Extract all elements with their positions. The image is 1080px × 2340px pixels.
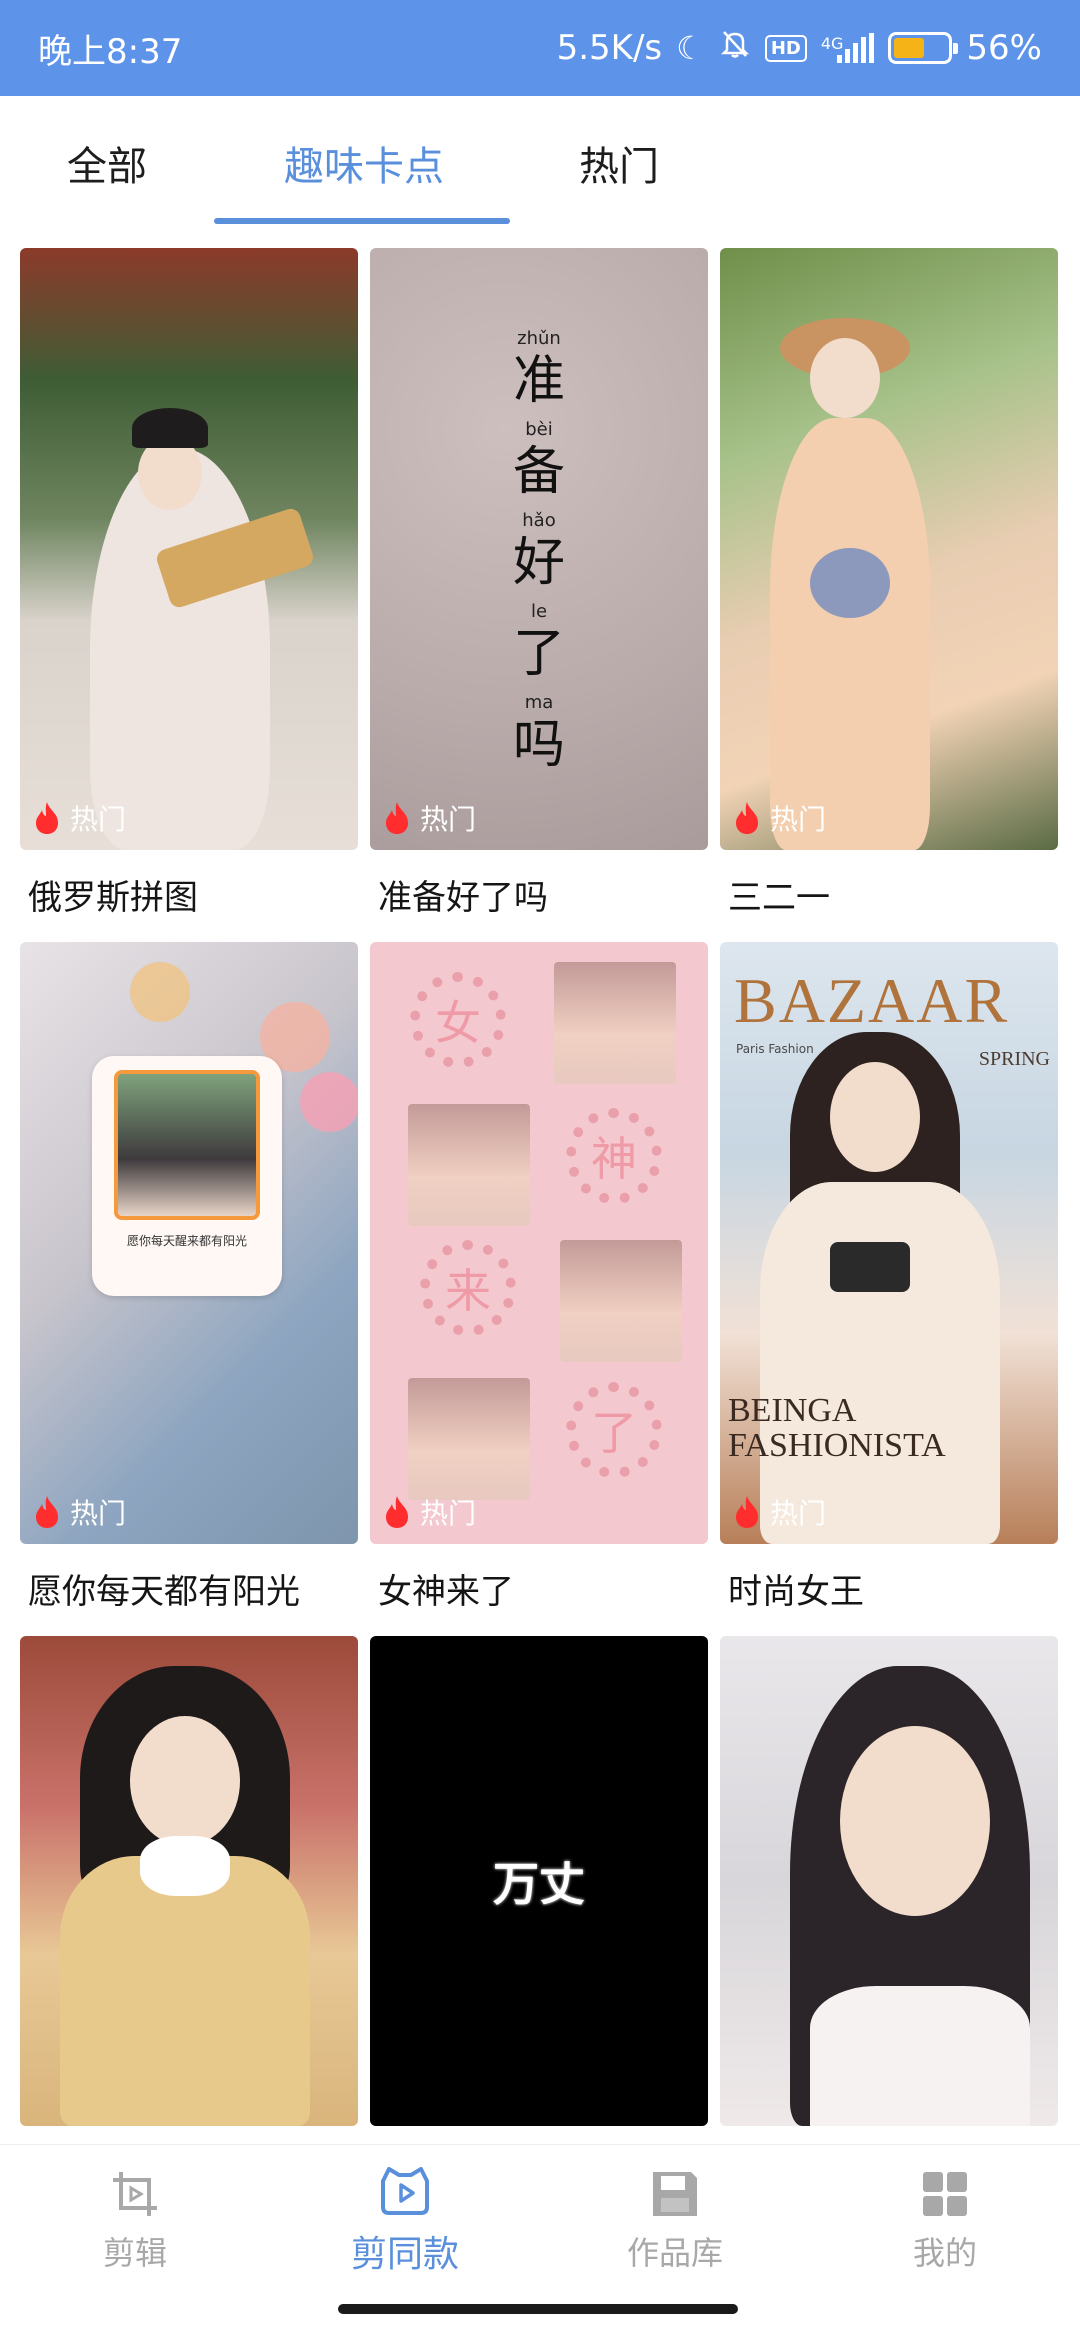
template-card[interactable] bbox=[20, 1636, 358, 2126]
template-card[interactable]: 愿你每天醒来都有阳光 热门 愿你每天都有阳光 bbox=[20, 942, 358, 1632]
hot-badge: 热门 bbox=[30, 798, 126, 838]
flame-icon bbox=[386, 802, 408, 834]
hot-badge: 热门 bbox=[730, 798, 826, 838]
net-speed: 5.5K/s bbox=[556, 28, 663, 68]
crop-play-icon bbox=[113, 2171, 157, 2216]
network-type: 4G bbox=[820, 34, 844, 53]
flame-icon bbox=[736, 1496, 758, 1528]
nav-works[interactable]: 作品库 bbox=[540, 2145, 810, 2294]
save-disk-icon bbox=[653, 2171, 697, 2216]
battery-percent: 56% bbox=[966, 28, 1042, 68]
template-thumbnail[interactable]: BAZAAR Paris Fashion SPRING BEINGA FASHI… bbox=[720, 942, 1058, 1544]
template-card[interactable]: 热门 俄罗斯拼图 bbox=[20, 248, 358, 938]
status-time: 晚上8:37 bbox=[38, 31, 183, 72]
nav-template-label: 剪同款 bbox=[350, 2233, 459, 2275]
nav-works-label: 作品库 bbox=[626, 2233, 723, 2272]
tab-all[interactable]: 全部 bbox=[0, 96, 214, 230]
signal-icon: 4G bbox=[821, 33, 875, 63]
template-play-icon bbox=[381, 2166, 429, 2215]
hot-badge: 热门 bbox=[380, 798, 476, 838]
tab-fun-beat[interactable]: 趣味卡点 bbox=[214, 96, 514, 230]
flame-icon bbox=[36, 802, 58, 834]
template-grid: 热门 俄罗斯拼图 zhǔn 准 bèi 备 hǎo 好 le 了 ma 吗 热门 bbox=[20, 248, 1060, 2128]
template-title: 准备好了吗 bbox=[378, 877, 548, 918]
template-title: 三二一 bbox=[728, 877, 830, 918]
moon-icon: ☾ bbox=[676, 29, 705, 67]
template-thumbnail[interactable]: 万丈 bbox=[370, 1636, 708, 2126]
template-title: 时尚女王 bbox=[728, 1571, 864, 1612]
template-title: 愿你每天都有阳光 bbox=[28, 1571, 300, 1612]
template-card[interactable]: 万丈 bbox=[370, 1636, 708, 2126]
flame-icon bbox=[736, 802, 758, 834]
template-card[interactable]: 女 神 来 了 热门 女神来了 bbox=[370, 942, 708, 1632]
template-title: 女神来了 bbox=[378, 1571, 514, 1612]
template-thumbnail[interactable]: 愿你每天醒来都有阳光 热门 bbox=[20, 942, 358, 1544]
nav-edit[interactable]: 剪辑 bbox=[0, 2145, 270, 2294]
template-card[interactable]: BAZAAR Paris Fashion SPRING BEINGA FASHI… bbox=[720, 942, 1058, 1632]
hot-badge: 热门 bbox=[30, 1492, 126, 1532]
nav-edit-label: 剪辑 bbox=[102, 2233, 167, 2272]
grid-icon bbox=[923, 2171, 967, 2216]
template-thumbnail[interactable]: zhǔn 准 bèi 备 hǎo 好 le 了 ma 吗 热门 bbox=[370, 248, 708, 850]
photo-frame: 愿你每天醒来都有阳光 bbox=[92, 1056, 282, 1296]
nav-mine[interactable]: 我的 bbox=[810, 2145, 1080, 2294]
template-thumbnail[interactable]: 女 神 来 了 热门 bbox=[370, 942, 708, 1544]
template-card[interactable]: 热门 三二一 bbox=[720, 248, 1058, 938]
template-thumbnail[interactable]: 热门 bbox=[720, 248, 1058, 850]
template-thumbnail[interactable] bbox=[20, 1636, 358, 2126]
tab-hot[interactable]: 热门 bbox=[514, 96, 724, 230]
magazine-title: BAZAAR bbox=[734, 965, 1010, 1036]
template-thumbnail[interactable] bbox=[720, 1636, 1058, 2126]
template-thumbnail[interactable]: 热门 bbox=[20, 248, 358, 850]
template-card[interactable] bbox=[720, 1636, 1058, 2126]
template-card[interactable]: zhǔn 准 bèi 备 hǎo 好 le 了 ma 吗 热门 准备好了吗 bbox=[370, 248, 708, 938]
overlay-text: 万丈 bbox=[493, 1857, 585, 1911]
template-title: 俄罗斯拼图 bbox=[28, 877, 198, 918]
pinyin-overlay: zhǔn 准 bèi 备 hǎo 好 le 了 ma 吗 bbox=[512, 328, 565, 775]
bell-off-icon bbox=[719, 28, 751, 69]
flame-icon bbox=[386, 1496, 408, 1528]
nav-template[interactable]: 剪同款 bbox=[270, 2145, 540, 2294]
hot-badge: 热门 bbox=[380, 1492, 476, 1532]
category-tabs: 全部 趣味卡点 热门 bbox=[0, 96, 1080, 230]
nav-mine-label: 我的 bbox=[912, 2233, 977, 2272]
bottom-navigation: 剪辑 剪同款 作品库 我的 bbox=[0, 2144, 1080, 2294]
home-indicator[interactable] bbox=[338, 2304, 738, 2314]
battery-icon bbox=[888, 32, 959, 64]
flame-icon bbox=[36, 1496, 58, 1528]
hd-icon: HD bbox=[764, 34, 807, 62]
hot-badge: 热门 bbox=[730, 1492, 826, 1532]
status-bar: 晚上8:37 5.5K/s ☾ HD 4G 56% bbox=[0, 0, 1080, 96]
active-tab-indicator bbox=[214, 218, 510, 224]
